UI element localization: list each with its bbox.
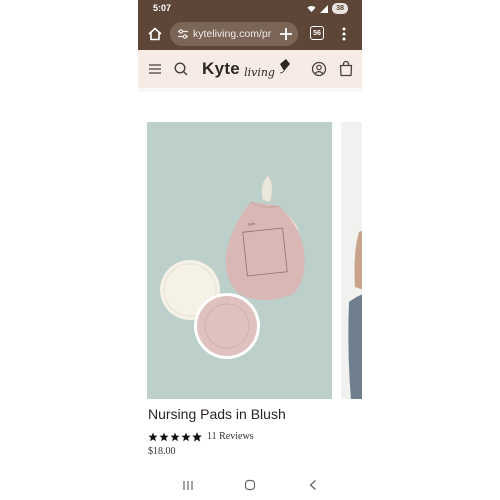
- next-image-photo: [341, 122, 362, 399]
- phone-screen: 5:07 38 kyteliving.com/pr 56 Kyte living…: [138, 0, 362, 500]
- system-nav-bar: [138, 470, 362, 500]
- half-star-icon: [192, 431, 202, 442]
- browser-toolbar: kyteliving.com/pr 56: [138, 18, 362, 50]
- svg-text:kyte: kyte: [248, 221, 257, 227]
- status-bar: 5:07 38: [138, 0, 362, 18]
- menu-icon[interactable]: [147, 61, 163, 77]
- status-time: 5:07: [153, 3, 172, 13]
- more-options-icon[interactable]: [341, 26, 347, 42]
- review-count[interactable]: 11 Reviews: [207, 431, 254, 442]
- account-icon[interactable]: [311, 61, 327, 77]
- site-settings-icon[interactable]: [177, 28, 189, 40]
- url-text: kyteliving.com/pr: [193, 28, 272, 40]
- kite-icon: [279, 59, 290, 74]
- star-icon: [181, 432, 191, 441]
- home-icon[interactable]: [147, 26, 163, 42]
- product-title[interactable]: Nursing Pads in Blush: [148, 406, 286, 422]
- star-icon: [148, 432, 158, 441]
- logo-wordmark: Kyte: [202, 59, 241, 78]
- star-rating: [148, 431, 202, 442]
- tab-count: 56: [313, 29, 321, 37]
- logo-script: living: [244, 65, 275, 79]
- site-header: Kyte living: [138, 50, 362, 88]
- nursing-pads-photo: kyte: [147, 122, 332, 399]
- product-rating[interactable]: 11 Reviews: [148, 431, 254, 442]
- signal-icon: [320, 4, 329, 13]
- product-price: $18.00: [148, 446, 176, 457]
- system-home-icon[interactable]: [244, 479, 256, 491]
- kyte-living-logo[interactable]: Kyte living: [202, 56, 291, 82]
- product-image[interactable]: kyte: [147, 122, 332, 399]
- tab-switcher-button[interactable]: 56: [310, 26, 324, 40]
- star-icon: [159, 432, 169, 441]
- cart-icon[interactable]: [338, 60, 354, 77]
- battery-indicator: 38: [332, 3, 348, 14]
- next-product-image[interactable]: [341, 122, 362, 399]
- back-icon[interactable]: [308, 479, 318, 491]
- wifi-icon: [307, 5, 316, 12]
- header-divider: [138, 88, 362, 92]
- search-icon[interactable]: [173, 61, 189, 77]
- star-icon: [170, 432, 180, 441]
- status-icons: 38: [307, 3, 348, 14]
- recent-apps-icon[interactable]: [182, 480, 194, 491]
- new-tab-icon[interactable]: [277, 25, 295, 43]
